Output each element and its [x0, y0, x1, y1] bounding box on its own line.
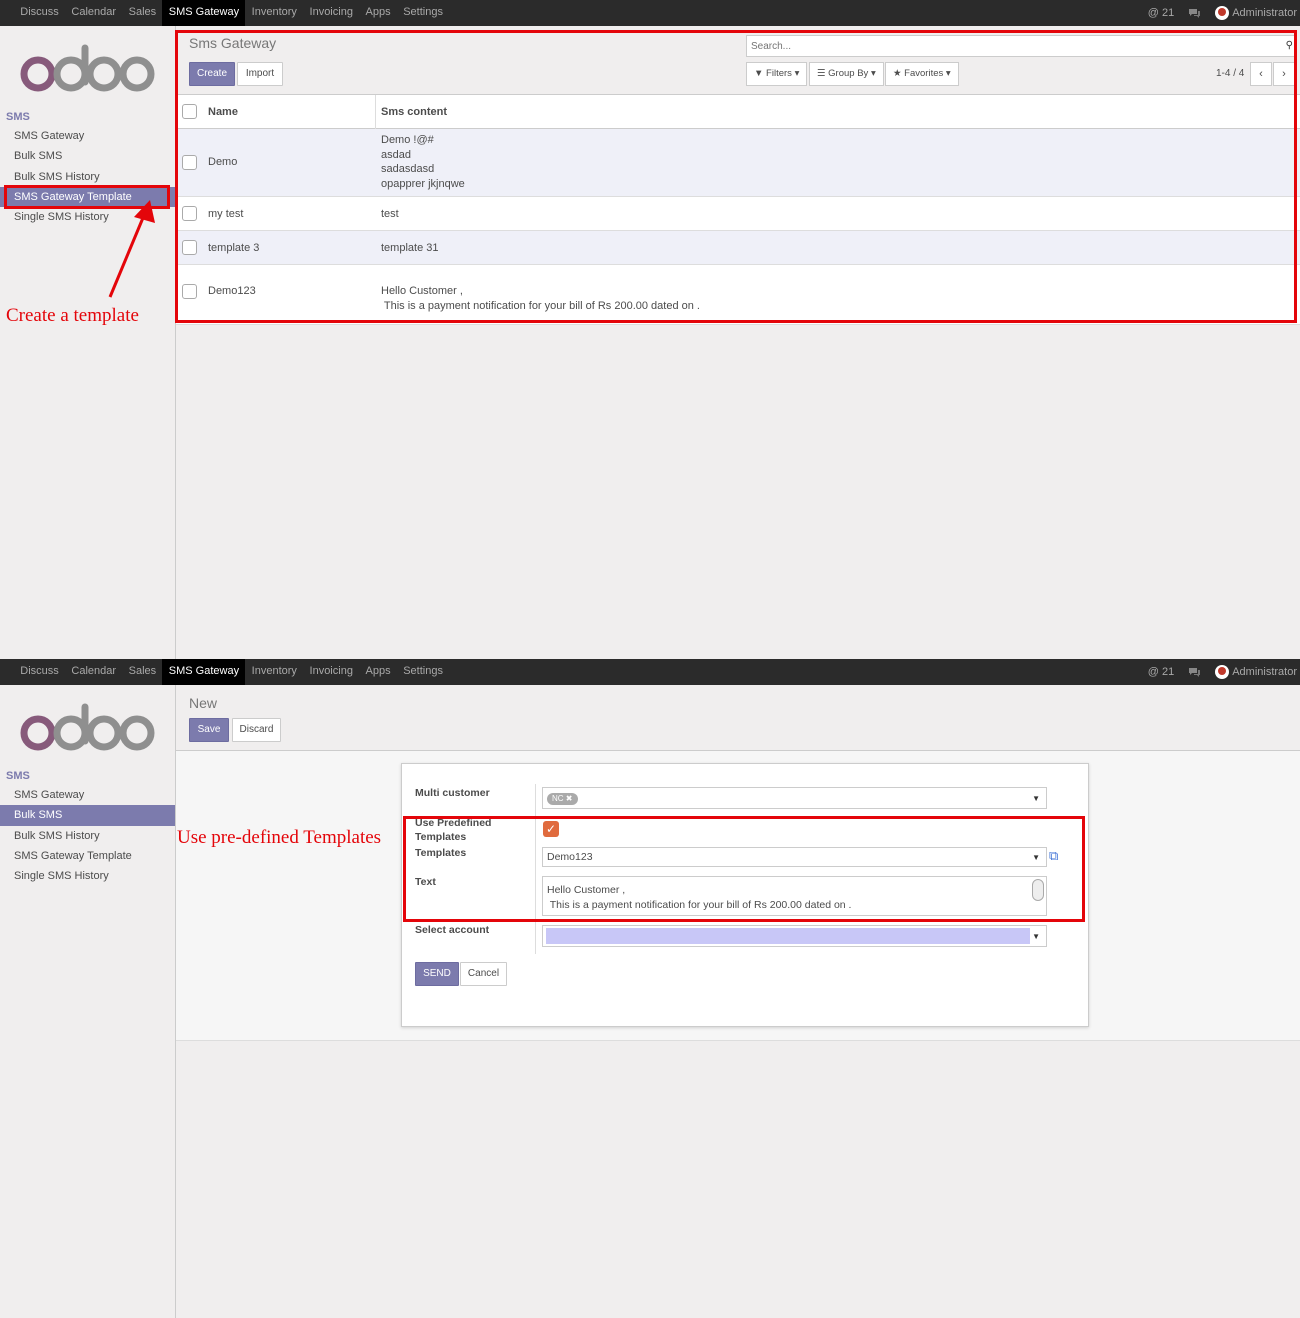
sidebar-section-sms: SMS: [6, 111, 30, 123]
menu-discuss[interactable]: Discuss: [14, 0, 65, 26]
mentions-count: 21: [1161, 7, 1175, 19]
annotation-box-templates: [403, 816, 1085, 922]
menu-settings[interactable]: Settings: [397, 0, 449, 26]
at-icon: @: [1147, 666, 1159, 678]
sidebar-item-bulk-sms[interactable]: Bulk SMS: [0, 805, 175, 826]
at-icon: @: [1147, 7, 1159, 19]
user-menu[interactable]: Administrator: [1215, 6, 1297, 20]
close-icon[interactable]: ✖: [566, 794, 573, 803]
avatar: [1215, 6, 1230, 20]
menu-invoicing[interactable]: Invoicing: [303, 659, 359, 685]
menu-calendar[interactable]: Calendar: [65, 659, 122, 685]
chat-button[interactable]: [1188, 8, 1201, 19]
send-button[interactable]: SEND: [415, 962, 459, 986]
menu-apps[interactable]: Apps: [359, 659, 397, 685]
menu-settings[interactable]: Settings: [397, 659, 449, 685]
top-navbar: Discuss Calendar Sales SMS Gateway Inven…: [0, 659, 1300, 685]
annotation-box-list: [175, 30, 1297, 323]
form-screen: Discuss Calendar Sales SMS Gateway Inven…: [0, 659, 1300, 1318]
user-menu[interactable]: Administrator: [1215, 665, 1297, 679]
menu-sales[interactable]: Sales: [122, 0, 162, 26]
top-navbar: Discuss Calendar Sales SMS Gateway Inven…: [0, 0, 1300, 26]
menu-discuss[interactable]: Discuss: [14, 659, 65, 685]
sidebar-item-single-sms-history[interactable]: Single SMS History: [0, 866, 175, 886]
menu-sms-gateway[interactable]: SMS Gateway: [162, 0, 246, 26]
sidebar-item-sms-gateway[interactable]: SMS Gateway: [0, 785, 175, 805]
multi-customer-label: Multi customer: [415, 787, 490, 799]
customer-tag-label: NC: [552, 794, 564, 803]
user-name: Administrator: [1232, 7, 1297, 19]
menu-sales[interactable]: Sales: [122, 659, 162, 685]
sidebar-item-sms-gateway-template[interactable]: SMS Gateway Template: [0, 846, 175, 866]
mentions-counter[interactable]: @ 21: [1148, 7, 1174, 19]
sidebar-list: SMS Gateway Bulk SMS Bulk SMS History SM…: [0, 785, 175, 886]
control-panel: New Save Discard: [176, 685, 1300, 751]
cancel-button[interactable]: Cancel: [460, 962, 507, 986]
chat-button[interactable]: [1188, 667, 1201, 678]
mentions-count: 21: [1161, 666, 1175, 678]
sidebar: SMS SMS Gateway Bulk SMS Bulk SMS Histor…: [0, 26, 176, 659]
mentions-counter[interactable]: @ 21: [1148, 666, 1174, 678]
menu-apps[interactable]: Apps: [359, 0, 397, 26]
select-account-label: Select account: [415, 924, 490, 936]
customer-tag[interactable]: NC ✖: [547, 793, 578, 805]
chat-icon: [1189, 667, 1201, 677]
navbar-right: @ 21 Administrator: [1148, 0, 1297, 26]
select-account-field[interactable]: ▼: [542, 925, 1047, 947]
sidebar-item-bulk-sms[interactable]: Bulk SMS: [0, 146, 175, 166]
sidebar-item-bulk-sms-history[interactable]: Bulk SMS History: [0, 167, 175, 187]
sidebar-item-sms-gateway[interactable]: SMS Gateway: [0, 126, 175, 146]
menu-sms-gateway[interactable]: SMS Gateway: [162, 659, 246, 685]
list-screen: Discuss Calendar Sales SMS Gateway Inven…: [0, 0, 1300, 659]
multi-customer-field[interactable]: NC ✖ ▼: [542, 787, 1047, 809]
select-account-highlight: [546, 928, 1030, 944]
menu-inventory[interactable]: Inventory: [245, 659, 303, 685]
main-menu: Discuss Calendar Sales SMS Gateway Inven…: [14, 0, 449, 26]
navbar-right: @ 21 Administrator: [1148, 659, 1297, 685]
annotation-use-templates: Use pre-defined Templates: [177, 827, 382, 848]
annotation-arrow-icon: [108, 200, 155, 298]
odoo-logo: [20, 703, 155, 751]
menu-inventory[interactable]: Inventory: [245, 0, 303, 26]
menu-invoicing[interactable]: Invoicing: [303, 0, 359, 26]
page-title: New: [189, 695, 218, 711]
avatar: [1215, 665, 1230, 679]
caret-down-icon[interactable]: ▼: [1032, 932, 1040, 941]
sidebar-item-bulk-sms-history[interactable]: Bulk SMS History: [0, 826, 175, 846]
caret-down-icon[interactable]: ▼: [1032, 794, 1040, 803]
user-name: Administrator: [1232, 666, 1297, 678]
sidebar: SMS SMS Gateway Bulk SMS Bulk SMS Histor…: [0, 685, 176, 1318]
sidebar-section-sms: SMS: [6, 770, 30, 782]
menu-calendar[interactable]: Calendar: [65, 0, 122, 26]
discard-button[interactable]: Discard: [232, 718, 281, 742]
annotation-create-template: Create a template: [6, 305, 139, 326]
chat-icon: [1189, 8, 1201, 18]
main-menu: Discuss Calendar Sales SMS Gateway Inven…: [14, 659, 449, 685]
save-button[interactable]: Save: [189, 718, 229, 742]
odoo-logo: [20, 44, 155, 92]
